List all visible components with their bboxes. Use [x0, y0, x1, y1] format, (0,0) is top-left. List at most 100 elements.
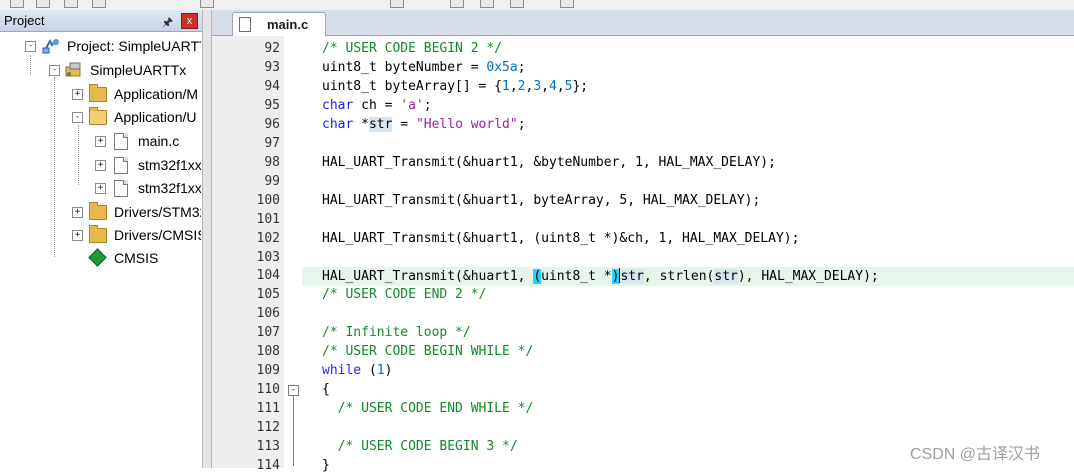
panel-splitter[interactable]: [203, 10, 212, 468]
code-line: 97: [212, 135, 1074, 154]
line-number: 98: [264, 155, 280, 170]
code-token: ): [384, 363, 393, 378]
code-token: =: [392, 117, 416, 132]
line-number: 112: [256, 420, 280, 435]
code-text: /* USER CODE BEGIN 2 */: [322, 41, 503, 56]
tree-item-label: CMSIS: [114, 250, 159, 266]
code-token: ch =: [353, 98, 401, 113]
expand-toggle[interactable]: +: [72, 207, 83, 218]
code-token: char: [322, 117, 354, 132]
tree-item-target[interactable]: - SimpleUARTTx: [0, 61, 202, 81]
tree-item-label: Project: SimpleUARTT: [67, 38, 201, 54]
code-line: 101: [212, 211, 1074, 230]
watermark: CSDN @古译汉书: [910, 446, 1041, 463]
line-number: 99: [264, 174, 280, 189]
code-token: 3: [533, 79, 542, 94]
code-line: 109 while (1): [212, 362, 1074, 381]
code-token: uint8_t byteNumber =: [322, 60, 487, 75]
toolbar-button[interactable]: [390, 0, 404, 8]
code-token: 'a': [400, 98, 424, 113]
collapse-toggle[interactable]: -: [49, 65, 60, 76]
code-token: uint8_t *: [541, 269, 612, 284]
line-number: 95: [264, 98, 280, 113]
toolbar-button[interactable]: [92, 0, 106, 8]
project-panel-header: Project 🖈 x: [0, 10, 202, 32]
code-line: 103: [212, 249, 1074, 268]
toolbar-button[interactable]: [10, 0, 24, 8]
toolbar-button[interactable]: [510, 0, 524, 8]
file-icon: [114, 180, 128, 197]
code-token: ;: [423, 98, 432, 113]
collapse-toggle[interactable]: -: [72, 112, 83, 123]
collapse-toggle[interactable]: -: [25, 41, 36, 52]
expand-toggle[interactable]: +: [95, 183, 106, 194]
tree-item-label: stm32f1xx: [138, 157, 201, 173]
project-icon: [42, 38, 59, 54]
code-editor[interactable]: 92 /* USER CODE BEGIN 2 */ 93 uint8_t by…: [212, 36, 1074, 473]
code-line: 92 /* USER CODE BEGIN 2 */: [212, 40, 1074, 59]
tree-item-group[interactable]: + Drivers/CMSIS: [0, 225, 202, 246]
tree-item-label: Application/M: [114, 86, 199, 102]
expand-toggle[interactable]: +: [72, 89, 83, 100]
toolbar-button[interactable]: [450, 0, 464, 8]
tree-item-group[interactable]: - Application/U: [0, 107, 202, 128]
code-line: 100 HAL_UART_Transmit(&huart1, byteArray…: [212, 192, 1074, 211]
pin-icon[interactable]: 🖈: [162, 13, 173, 34]
tree-item-file[interactable]: + main.c: [0, 132, 202, 152]
tree-item-group[interactable]: + Drivers/STM32: [0, 202, 202, 223]
code-text: HAL_UART_Transmit(&huart1, byteArray, 5,…: [322, 193, 761, 208]
tab-label: main.c: [267, 17, 309, 32]
tree-item-component[interactable]: CMSIS: [0, 248, 202, 269]
line-number: 104: [256, 268, 280, 283]
code-token: ,: [541, 79, 549, 94]
toolbar-button[interactable]: [200, 0, 214, 8]
tree-item-label: stm32f1xx: [138, 180, 201, 196]
editor-tab-bar: main.c: [212, 10, 1074, 36]
toolbar-button[interactable]: [64, 0, 78, 8]
tree-item-project[interactable]: - Project: SimpleUARTT: [0, 37, 202, 57]
toolbar-button[interactable]: [480, 0, 494, 8]
code-text: {: [322, 382, 330, 397]
tree-item-file[interactable]: + stm32f1xx: [0, 179, 202, 199]
code-token: ,: [509, 79, 518, 94]
code-text: }: [322, 458, 330, 473]
code-token: str: [368, 117, 393, 132]
code-token: "Hello world": [415, 117, 518, 132]
code-token: 4: [548, 79, 557, 94]
code-text: HAL_UART_Transmit(&huart1, (uint8_t *)&c…: [322, 231, 800, 246]
tree-item-group[interactable]: + Application/M: [0, 84, 202, 105]
toolbar-button[interactable]: [560, 0, 574, 8]
tab-main-c[interactable]: main.c: [232, 12, 326, 36]
toolbar-button[interactable]: [36, 0, 50, 8]
current-code-line: 104 HAL_UART_Transmit(&huart1, (uint8_t …: [212, 267, 1074, 286]
code-text: /* USER CODE END WHILE */: [322, 401, 534, 416]
folder-open-icon: [89, 107, 107, 125]
code-line: 94 uint8_t byteArray[] = {1,2,3,4,5};: [212, 78, 1074, 97]
expand-toggle[interactable]: +: [95, 136, 106, 147]
close-icon[interactable]: x: [181, 13, 198, 29]
line-number: 105: [256, 287, 280, 302]
target-icon: [65, 62, 81, 77]
code-token: char: [322, 98, 354, 113]
expand-toggle[interactable]: +: [72, 230, 83, 241]
folder-icon: [89, 225, 107, 243]
line-number: 92: [264, 41, 280, 56]
line-number: 109: [256, 363, 280, 378]
code-token: while: [322, 363, 362, 378]
line-number: 103: [256, 250, 280, 265]
code-token: str: [620, 269, 644, 284]
line-number: 113: [256, 439, 280, 454]
line-number: 107: [256, 325, 280, 340]
code-text: HAL_UART_Transmit(&huart1, (uint8_t *)st…: [322, 268, 879, 284]
code-line: 99: [212, 173, 1074, 192]
file-icon: [239, 17, 251, 32]
fold-collapse-icon[interactable]: -: [288, 385, 299, 396]
code-token: };: [572, 79, 589, 94]
expand-toggle[interactable]: +: [95, 160, 106, 171]
code-token: (: [361, 363, 377, 378]
code-text: char *str = "Hello world";: [322, 117, 526, 132]
tree-item-label: main.c: [138, 133, 180, 149]
tree-item-label: Drivers/CMSIS: [114, 227, 201, 243]
line-number: 93: [264, 60, 280, 75]
tree-item-file[interactable]: + stm32f1xx: [0, 156, 202, 176]
